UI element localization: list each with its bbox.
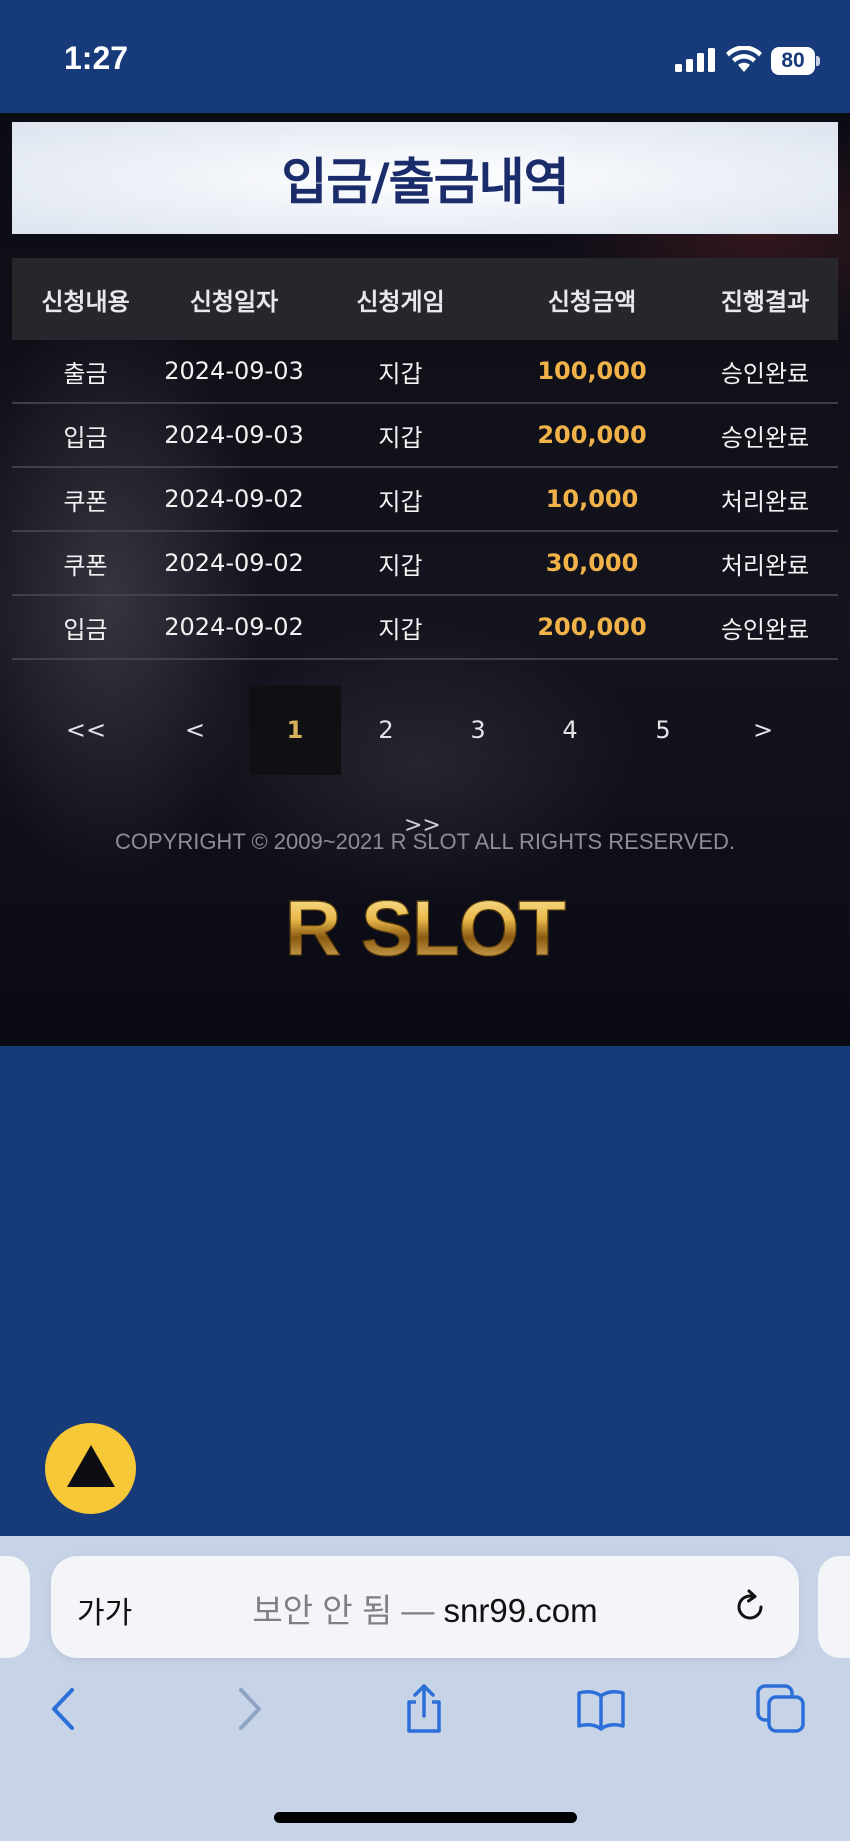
cell-type: 쿠폰	[12, 531, 159, 596]
header-game: 신청게임	[309, 258, 492, 340]
status-bar: 1:27 80	[0, 0, 850, 113]
cell-result: 승인완료	[692, 595, 838, 660]
cell-type: 입금	[12, 403, 159, 468]
header-date: 신청일자	[159, 258, 309, 340]
cell-type: 출금	[12, 340, 159, 404]
wifi-icon	[726, 46, 762, 72]
cell-result: 처리완료	[692, 531, 838, 596]
cell-date: 2024-09-02	[159, 467, 309, 532]
signal-icon	[675, 48, 715, 72]
share-icon[interactable]	[399, 1684, 449, 1734]
browser-toolbar: 가가 보안 안 됨 — snr99.com	[0, 1536, 850, 1841]
pagination: << < 1 2 3 4 5 >	[0, 685, 850, 781]
scroll-top-button[interactable]	[45, 1423, 136, 1514]
page-link-5[interactable]: 5	[633, 685, 693, 775]
page-link-1[interactable]: 1	[249, 685, 341, 775]
cell-date: 2024-09-03	[159, 403, 309, 468]
cell-game: 지갑	[309, 467, 492, 532]
page-content: 입금/출금내역 신청내용 신청일자 신청게임 신청금액 진행결과 출금 2024…	[0, 113, 850, 1046]
table-row: 입금 2024-09-02 지갑 200,000 승인완료	[12, 595, 838, 660]
page-link-3[interactable]: 3	[448, 685, 508, 775]
url-domain: snr99.com	[443, 1592, 598, 1629]
url-separator: —	[392, 1592, 444, 1629]
page-next-link[interactable]: >	[733, 685, 793, 775]
status-time: 1:27	[64, 40, 129, 76]
cell-date: 2024-09-02	[159, 531, 309, 596]
scroll-top-icon	[67, 1445, 115, 1487]
copyright-text: COPYRIGHT © 2009~2021 R SLOT ALL RIGHTS …	[114, 829, 736, 854]
cell-amount: 200,000	[492, 595, 692, 660]
table-row: 쿠폰 2024-09-02 지갑 10,000 처리완료	[12, 467, 838, 532]
forward-icon[interactable]	[223, 1684, 273, 1734]
cell-date: 2024-09-02	[159, 595, 309, 660]
battery-level: 80	[771, 47, 815, 75]
cell-game: 지갑	[309, 340, 492, 404]
url-display[interactable]: 보안 안 됨 — snr99.com	[51, 1584, 799, 1632]
header-type: 신청내용	[12, 258, 159, 340]
cell-amount: 30,000	[492, 531, 692, 596]
bookmarks-icon[interactable]	[576, 1684, 626, 1734]
cell-game: 지갑	[309, 595, 492, 660]
next-tab-preview[interactable]	[818, 1556, 850, 1658]
cell-amount: 10,000	[492, 467, 692, 532]
header-result: 진행결과	[692, 258, 838, 340]
address-bar[interactable]: 가가 보안 안 됨 — snr99.com	[51, 1556, 799, 1658]
battery-tip	[816, 56, 820, 66]
header-amount: 신청금액	[492, 258, 692, 340]
tabs-icon[interactable]	[756, 1684, 806, 1734]
page-first-link[interactable]: <<	[56, 685, 116, 775]
page-link-2[interactable]: 2	[356, 685, 416, 775]
page-prev-link[interactable]: <	[165, 685, 225, 775]
table-row: 입금 2024-09-03 지갑 200,000 승인완료	[12, 403, 838, 468]
table-header-row: 신청내용 신청일자 신청게임 신청금액 진행결과	[12, 258, 838, 340]
site-logo: R SLOT	[0, 883, 850, 974]
cell-result: 승인완료	[692, 403, 838, 468]
previous-tab-preview[interactable]	[0, 1556, 30, 1658]
cell-game: 지갑	[309, 403, 492, 468]
table-row: 출금 2024-09-03 지갑 100,000 승인완료	[12, 340, 838, 404]
battery-indicator: 80	[771, 47, 820, 75]
reload-icon[interactable]	[731, 1588, 769, 1626]
title-banner: 입금/출금내역	[12, 122, 838, 234]
cell-result: 승인완료	[692, 340, 838, 404]
home-indicator	[274, 1812, 577, 1823]
transaction-history-table: 신청내용 신청일자 신청게임 신청금액 진행결과 출금 2024-09-03 지…	[12, 258, 838, 660]
cell-game: 지갑	[309, 531, 492, 596]
page-link-4[interactable]: 4	[540, 685, 600, 775]
cell-type: 입금	[12, 595, 159, 660]
table-row: 쿠폰 2024-09-02 지갑 30,000 처리완료	[12, 531, 838, 596]
insecure-label: 보안 안 됨	[252, 1592, 393, 1629]
cell-result: 처리완료	[692, 467, 838, 532]
cell-date: 2024-09-03	[159, 340, 309, 404]
cell-amount: 100,000	[492, 340, 692, 404]
cell-type: 쿠폰	[12, 467, 159, 532]
back-icon[interactable]	[40, 1684, 90, 1734]
page-title: 입금/출금내역	[281, 153, 569, 211]
cell-amount: 200,000	[492, 403, 692, 468]
